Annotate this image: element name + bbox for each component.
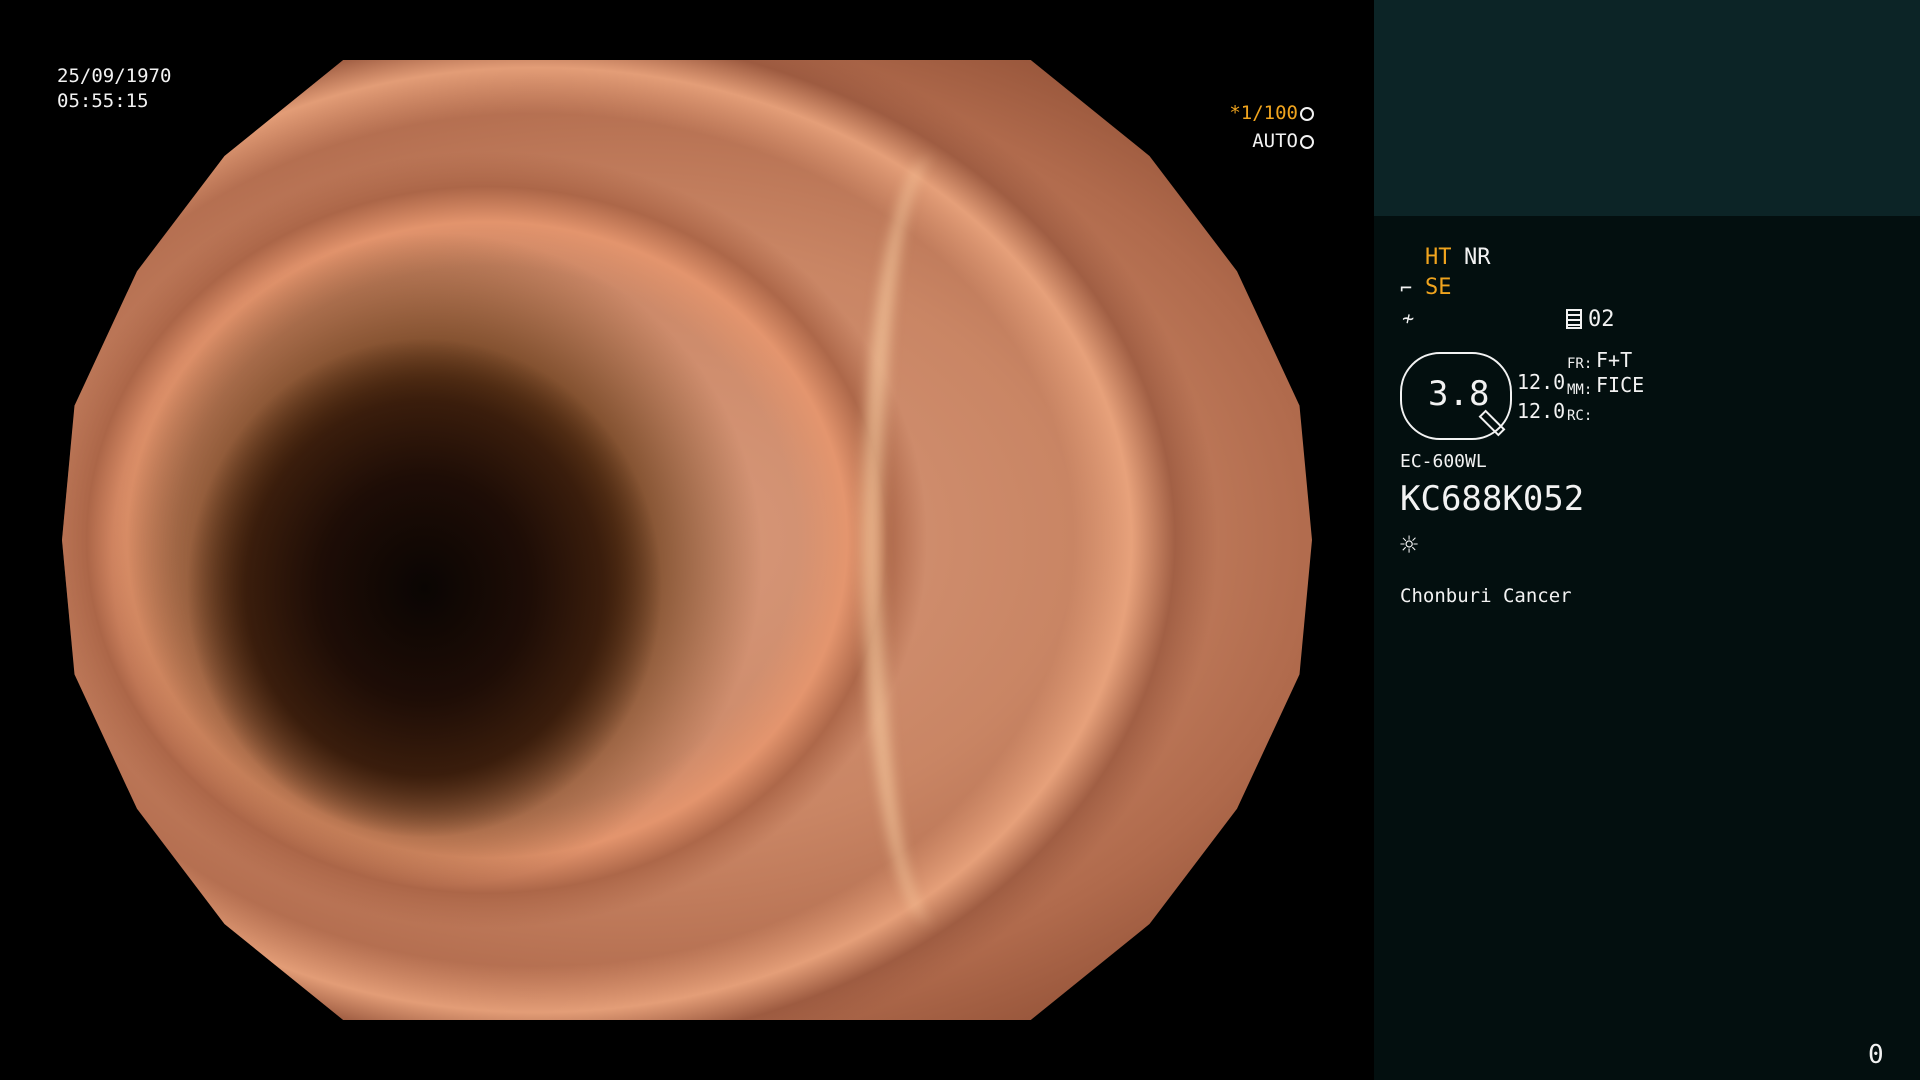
date-text: 25/09/1970 bbox=[57, 65, 172, 87]
fr-label: FR: bbox=[1567, 356, 1593, 372]
timestamp: 25/09/1970 05:55:15 bbox=[57, 64, 171, 114]
fr-value: F+T bbox=[1596, 348, 1633, 372]
scope-model: EC-600WL bbox=[1400, 451, 1487, 472]
institution-name: Chonburi Cancer bbox=[1400, 585, 1572, 607]
info-panel-header bbox=[1374, 0, 1920, 216]
freeze-icon: ≁ bbox=[1402, 306, 1415, 330]
se-label: SE bbox=[1425, 275, 1452, 300]
brightness-icon: ☼ bbox=[1400, 528, 1419, 563]
scope-icon: ⌐ bbox=[1400, 276, 1413, 300]
zoom-value: 3.8 bbox=[1428, 374, 1490, 414]
frame-counter: 0 bbox=[1868, 1040, 1884, 1070]
shutter-info: *1/100 AUTO bbox=[1229, 99, 1314, 155]
program-number: 02 bbox=[1566, 306, 1615, 334]
ht-label: HT bbox=[1425, 245, 1452, 270]
program-number-text: 02 bbox=[1588, 307, 1615, 332]
value-1: 12.0 bbox=[1517, 370, 1566, 394]
time-text: 05:55:15 bbox=[57, 90, 149, 112]
mm-label: MM: bbox=[1567, 382, 1593, 398]
serial-number: KC688K052 bbox=[1400, 479, 1585, 519]
auto-mode: AUTO bbox=[1252, 130, 1298, 152]
shutter-icon bbox=[1300, 107, 1314, 121]
auto-icon bbox=[1300, 135, 1314, 149]
info-panel bbox=[1374, 216, 1920, 1080]
endoscopic-image bbox=[62, 60, 1312, 1020]
nr-label: NR bbox=[1464, 245, 1491, 270]
value-2: 12.0 bbox=[1517, 399, 1566, 423]
endoscope-view bbox=[0, 0, 1374, 1080]
shutter-speed: *1/100 bbox=[1229, 102, 1298, 124]
mucosa-fold-highlight bbox=[862, 156, 1007, 924]
rc-label: RC: bbox=[1567, 408, 1593, 424]
document-icon bbox=[1566, 309, 1582, 329]
mm-value: FICE bbox=[1596, 373, 1645, 397]
